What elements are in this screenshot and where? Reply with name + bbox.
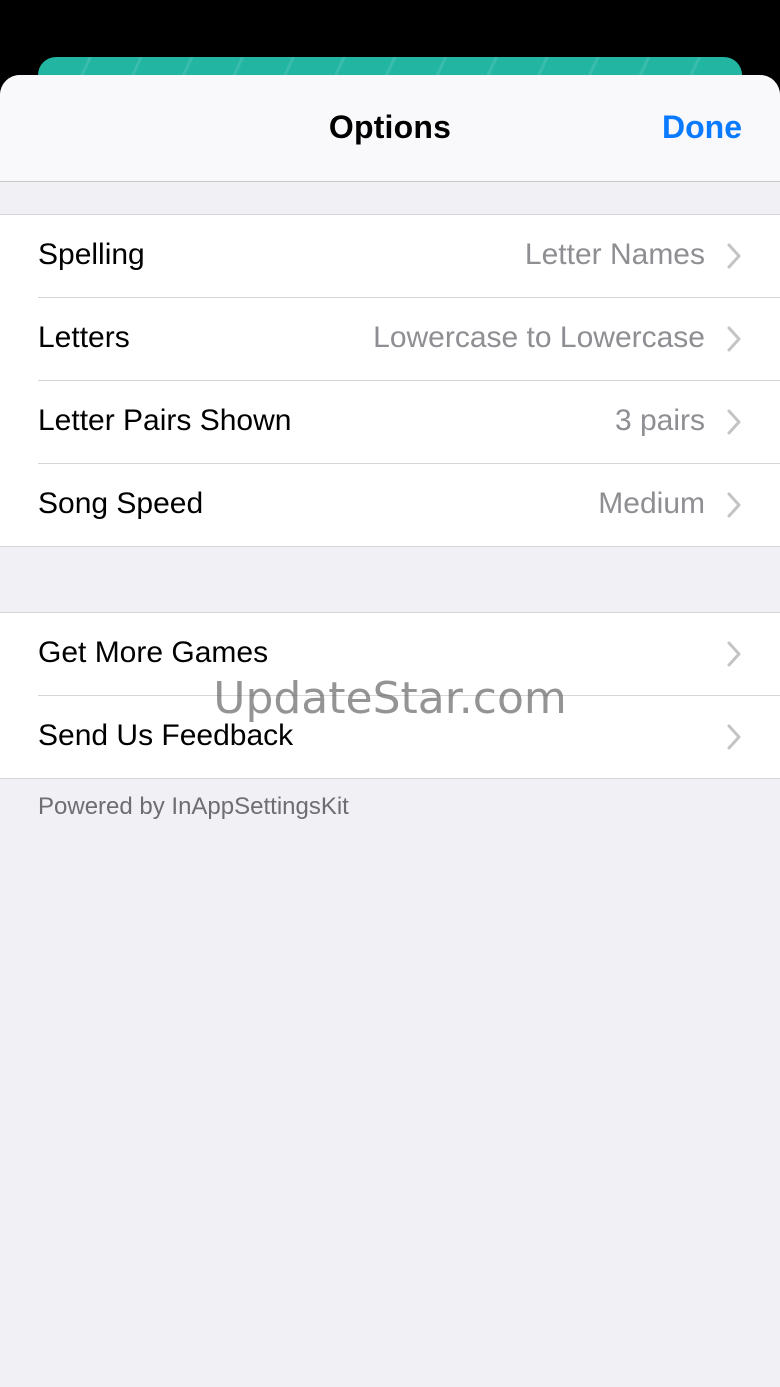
row-value: Lowercase to Lowercase — [373, 321, 705, 354]
settings-row-letter-pairs[interactable]: Letter Pairs Shown 3 pairs — [0, 380, 780, 463]
footer-powered-by: Powered by InAppSettingsKit — [38, 793, 349, 820]
row-label: Send Us Feedback — [38, 719, 294, 752]
options-sheet: Options Done Spelling Letter Names Lette… — [0, 75, 780, 1387]
done-button[interactable]: Done — [662, 109, 742, 146]
settings-row-song-speed[interactable]: Song Speed Medium — [0, 463, 780, 546]
row-value: 3 pairs — [614, 404, 705, 437]
row-value: Medium — [598, 487, 705, 520]
settings-row-get-more-games[interactable]: Get More Games — [0, 613, 780, 695]
row-label: Letters — [38, 321, 130, 354]
chevron-right-icon — [727, 409, 741, 435]
chevron-right-icon — [727, 641, 741, 667]
chevron-right-icon — [727, 724, 741, 750]
row-label: Letter Pairs Shown — [38, 404, 292, 437]
row-label: Spelling — [38, 238, 145, 271]
row-label: Get More Games — [38, 636, 269, 669]
chevron-right-icon — [727, 326, 741, 352]
settings-group-more: Get More Games Send Us Feedback — [0, 612, 780, 779]
row-label: Song Speed — [38, 487, 204, 520]
navigation-bar: Options Done — [0, 75, 780, 182]
settings-row-spelling[interactable]: Spelling Letter Names — [0, 215, 780, 297]
row-value: Letter Names — [524, 238, 705, 271]
chevron-right-icon — [727, 243, 741, 269]
settings-group-game: Spelling Letter Names Letters Lowercase … — [0, 214, 780, 547]
chevron-right-icon — [727, 492, 741, 518]
settings-row-letters[interactable]: Letters Lowercase to Lowercase — [0, 297, 780, 380]
settings-row-send-feedback[interactable]: Send Us Feedback — [0, 695, 780, 778]
